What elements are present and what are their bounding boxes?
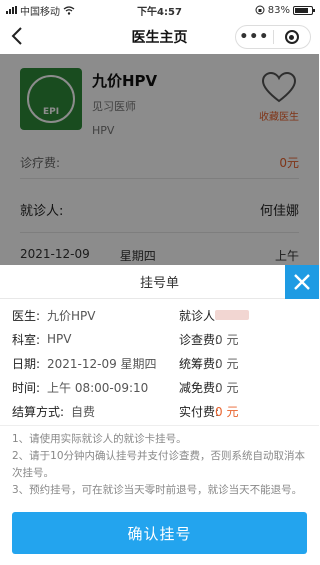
note-item: 2、请于10分钟内确认挂号并支付诊查费，否则系统自动取消本次挂号。	[12, 450, 306, 479]
sheet-title: 挂号单	[139, 276, 179, 291]
time-key: 时间:	[12, 380, 41, 395]
date-value: 2021-12-09 星期四	[47, 356, 157, 371]
battery-percent: 83%	[267, 4, 290, 16]
discount-value: 0 元	[215, 380, 239, 395]
status-time: 下午4:57	[137, 6, 182, 18]
consult-fee-value: 0 元	[215, 332, 239, 347]
status-right: 83%	[203, 4, 315, 16]
info-row: 结算方式: 自费 实付费: 0 元	[0, 399, 319, 423]
discount-key: 减免费:	[179, 380, 220, 395]
note-item: 1、请使用实际就诊人的就诊卡挂号。	[12, 433, 187, 445]
nav-bar: 医生主页 •••	[0, 20, 319, 54]
info-row: 时间: 上午 08:00-09:10 减免费: 0 元	[0, 375, 319, 399]
pooled-fee-key: 统筹费:	[179, 356, 220, 371]
notes: 1、请使用实际就诊人的就诊卡挂号。 2、请于10分钟内确认挂号并支付诊查费，否则…	[12, 431, 310, 499]
info-row: 医生: 九价HPV 就诊人:	[0, 303, 319, 327]
close-mini-program-button[interactable]	[274, 30, 311, 44]
carrier-label: 中国移动	[20, 6, 60, 18]
more-icon[interactable]: •••	[236, 29, 273, 45]
rotation-lock-icon	[255, 5, 265, 15]
wifi-icon	[63, 5, 75, 15]
patient-value-redacted	[215, 307, 249, 323]
department-key: 科室:	[12, 332, 41, 347]
info-row: 科室: HPV 诊查费: 0 元	[0, 327, 319, 351]
signal-icon	[6, 6, 17, 14]
paid-value: 0 元	[215, 404, 239, 419]
consult-fee-key: 诊查费:	[179, 332, 220, 347]
settlement-key: 结算方式:	[12, 404, 65, 419]
confirm-registration-button[interactable]: 确认挂号	[12, 512, 307, 554]
settlement-value: 自费	[71, 404, 96, 419]
date-key: 日期:	[12, 356, 41, 371]
back-icon[interactable]	[10, 25, 24, 47]
paid-key: 实付费:	[179, 404, 220, 419]
patient-key: 就诊人:	[179, 308, 220, 323]
modal-overlay[interactable]	[0, 54, 319, 266]
page-title: 医生主页	[131, 30, 188, 46]
note-item: 3、预约挂号，可在就诊当天零时前退号，就诊当天不能退号。	[12, 484, 303, 496]
target-icon	[284, 30, 299, 44]
divider	[0, 425, 319, 426]
registration-sheet: 挂号单 医生: 九价HPV 就诊人: 科室: HPV 诊查费: 0 元 日期: …	[0, 265, 319, 565]
time-value: 上午 08:00-09:10	[47, 380, 149, 395]
redacted-name	[215, 310, 249, 320]
mini-program-capsule: •••	[235, 25, 311, 49]
status-left: 中国移动	[6, 3, 116, 18]
close-icon	[294, 274, 310, 290]
doctor-key: 医生:	[12, 308, 41, 323]
sheet-header: 挂号单	[0, 265, 319, 299]
close-button[interactable]	[285, 265, 319, 299]
info-row: 日期: 2021-12-09 星期四 统筹费: 0 元	[0, 351, 319, 375]
doctor-value: 九价HPV	[47, 308, 96, 323]
battery-icon	[293, 5, 315, 15]
status-bar: 中国移动 下午4:57 83%	[0, 0, 319, 20]
department-value: HPV	[47, 332, 72, 346]
pooled-fee-value: 0 元	[215, 356, 239, 371]
